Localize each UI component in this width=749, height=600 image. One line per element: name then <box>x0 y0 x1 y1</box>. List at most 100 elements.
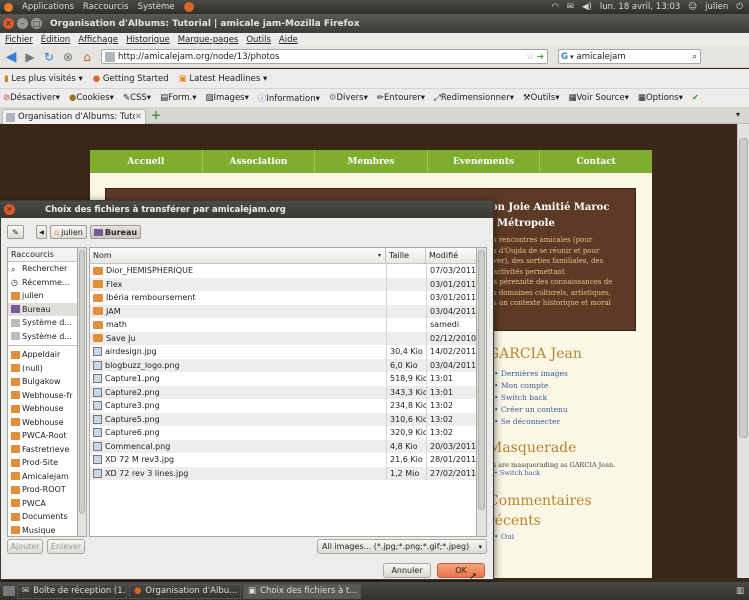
place-home[interactable]: julien <box>8 289 77 303</box>
url-go-icon[interactable]: ➔ <box>537 52 544 62</box>
forward-icon[interactable]: ▶ <box>22 49 38 65</box>
edit-location-button[interactable]: ✎ <box>7 225 24 239</box>
file-row[interactable]: JAM 03/04/2011 <box>90 304 476 318</box>
panel-clock[interactable]: lun. 18 avril, 13:03 <box>600 2 680 12</box>
tab-list-icon[interactable]: ▾ <box>736 110 740 119</box>
file-row[interactable]: Dior_HEMISPHERIQUE 07/03/2011 <box>90 264 476 278</box>
dev-css[interactable]: ✎CSS▾ <box>123 93 151 103</box>
url-bar[interactable]: http://amicalejam.org/node/13/photos ☆ ➔ <box>101 49 548 64</box>
dev-outline[interactable]: ✏Entourer▾ <box>377 93 425 103</box>
bookmark-latest-headlines[interactable]: ▣ Latest Headlines ▾ <box>179 74 268 84</box>
place-filesystem-1[interactable]: Système d... <box>8 316 77 330</box>
place-desktop[interactable]: Bureau <box>8 302 77 316</box>
file-row[interactable]: airdesign.jpg 30,4 Kio 14/02/2011 <box>90 345 476 359</box>
panel-user[interactable]: julien <box>705 2 728 12</box>
tab-close-icon[interactable]: ✕ <box>135 112 142 122</box>
site-nav-events[interactable]: Evenements <box>428 150 541 173</box>
dev-forms[interactable]: ▤Form.▾ <box>160 93 196 103</box>
file-row[interactable]: Capture6.png 320,9 Kio 13:02 <box>90 426 476 440</box>
site-nav-members[interactable]: Membres <box>315 150 428 173</box>
places-scrollbar[interactable] <box>78 247 87 537</box>
dev-cookies[interactable]: ●Cookies▾ <box>69 93 114 103</box>
menu-help[interactable]: Aide <box>279 35 298 45</box>
place-bookmark[interactable]: PWCA <box>8 497 77 511</box>
dev-information[interactable]: ⓘInformation▾ <box>258 92 320 104</box>
dialog-titlebar[interactable]: ✕ Choix des fichiers à transférer par am… <box>1 201 493 218</box>
link-switch-back[interactable]: • Switch back <box>494 392 648 404</box>
window-titlebar[interactable]: ✕ – □ Organisation d'Albums: Tutorial | … <box>0 14 749 33</box>
menu-edit[interactable]: Édition <box>41 35 70 45</box>
dev-view-source[interactable]: ▦Voir Source▾ <box>568 93 628 103</box>
dev-resize[interactable]: ⤢Redimensionner▾ <box>434 93 514 103</box>
menu-bookmarks[interactable]: Marque-pages <box>178 35 239 45</box>
file-row[interactable]: Flex 03/01/2011 <box>90 277 476 291</box>
minimize-window-icon[interactable]: – <box>17 18 28 29</box>
firefox-launcher-icon[interactable] <box>183 2 194 12</box>
file-list-scrollbar-thumb[interactable] <box>478 250 485 510</box>
place-bookmark[interactable]: Bulgakow <box>8 375 77 389</box>
file-row[interactable]: Ibéria remboursement 03/01/2011 <box>90 291 476 305</box>
new-tab-icon[interactable]: + <box>151 108 161 122</box>
cancel-button[interactable]: Annuler <box>383 563 431 578</box>
back-icon[interactable]: ◀ <box>3 49 19 65</box>
file-row[interactable]: Capture5.png 310,6 Kio 13:02 <box>90 412 476 426</box>
place-bookmark[interactable]: Webhouse <box>8 416 77 430</box>
wifi-icon[interactable]: ◠ <box>551 2 558 12</box>
task-file-chooser[interactable]: ▣ Choix des fichiers à t... <box>243 583 361 599</box>
place-bookmark[interactable]: Fastretrieve <box>8 443 77 457</box>
ok-button[interactable]: OK <box>437 563 485 578</box>
search-engine-chevron-icon[interactable]: ▾ <box>570 53 574 61</box>
mail-icon[interactable]: ✉ <box>567 2 574 12</box>
masquerade-switch-back[interactable]: • Switch back <box>488 469 648 477</box>
panel-menu-applications[interactable]: Applications <box>22 2 74 12</box>
dev-images[interactable]: ▨Images▾ <box>206 93 249 103</box>
menu-view[interactable]: Affichage <box>78 35 118 45</box>
search-input[interactable]: G ▾ amicalejam ⌕ <box>558 49 701 64</box>
place-bookmark[interactable]: Webhouse-fr <box>8 389 77 403</box>
site-nav-home[interactable]: Accueil <box>90 150 203 173</box>
page-scrollbar-thumb[interactable] <box>739 138 748 438</box>
place-bookmark[interactable]: Appeldair <box>8 348 77 362</box>
place-bookmark[interactable]: (null) <box>8 362 77 376</box>
google-icon[interactable]: G <box>561 52 568 62</box>
dev-options[interactable]: ▦Options▾ <box>638 93 683 103</box>
comment-link[interactable]: • Oui <box>488 532 648 541</box>
file-row[interactable]: Save Ju 02/12/2010 <box>90 331 476 345</box>
panel-menu-shortcuts[interactable]: Raccourcis <box>83 2 129 12</box>
file-row[interactable]: Capture3.png 234,8 Kio 13:02 <box>90 399 476 413</box>
place-bookmark[interactable]: Prod-ROOT <box>8 483 77 497</box>
file-row[interactable]: XD 72 rev 3 lines.jpg 1,2 Mio 27/02/2011 <box>90 466 476 480</box>
file-row[interactable]: blogbuzz_logo.png 6,0 Kio 03/04/2011 <box>90 358 476 372</box>
bookmark-most-visited[interactable]: ▮ Les plus visités ▾ <box>4 74 83 84</box>
bookmark-getting-started[interactable]: ● Getting Started <box>93 74 169 84</box>
places-scrollbar-thumb[interactable] <box>79 250 85 514</box>
stop-icon[interactable]: ⊗ <box>60 49 76 65</box>
column-header-size[interactable]: Taille <box>386 248 426 263</box>
remove-button[interactable]: Enlever <box>47 539 85 554</box>
trash-icon[interactable]: ▥ <box>736 586 744 596</box>
file-list-scrollbar[interactable] <box>477 247 487 537</box>
place-bookmark[interactable]: Webhouse <box>8 402 77 416</box>
place-bookmark[interactable]: Amicalejam <box>8 470 77 484</box>
file-type-filter[interactable]: All images... (*.jpg;*.png;*.gif;*.jpeg)… <box>317 539 487 554</box>
search-icon[interactable]: ⌕ <box>692 52 697 62</box>
bookmark-star-icon[interactable]: ☆ <box>526 52 534 62</box>
link-create-content[interactable]: • Créer un contenu <box>494 404 648 416</box>
task-firefox[interactable]: ● Organisation d'Albu... <box>129 583 241 599</box>
panel-menu-system[interactable]: Système <box>138 2 175 12</box>
file-row[interactable]: XD 72 M rev3.jpg 21,6 Kio 28/01/2011 <box>90 453 476 467</box>
dev-misc[interactable]: ⚙Divers▾ <box>329 93 368 103</box>
menu-file[interactable]: Fichier <box>5 35 33 45</box>
link-latest-images[interactable]: • Dernières images <box>494 368 648 380</box>
show-desktop-icon[interactable] <box>3 586 15 596</box>
site-nav-contact[interactable]: Contact <box>540 150 652 173</box>
crumb-julien[interactable]: ⌂ julien <box>50 225 87 239</box>
place-bookmark[interactable]: PWCA-Root <box>8 429 77 443</box>
close-window-icon[interactable]: ✕ <box>3 18 14 29</box>
place-recent[interactable]: ◷ Récemme... <box>8 276 77 290</box>
place-search[interactable]: ⌕ Rechercher <box>8 262 77 276</box>
site-nav-association[interactable]: Association <box>203 150 316 173</box>
place-bookmark[interactable]: Prod-Site <box>8 456 77 470</box>
place-filesystem-2[interactable]: Système d... <box>8 330 77 344</box>
file-row[interactable]: math samedi <box>90 318 476 332</box>
